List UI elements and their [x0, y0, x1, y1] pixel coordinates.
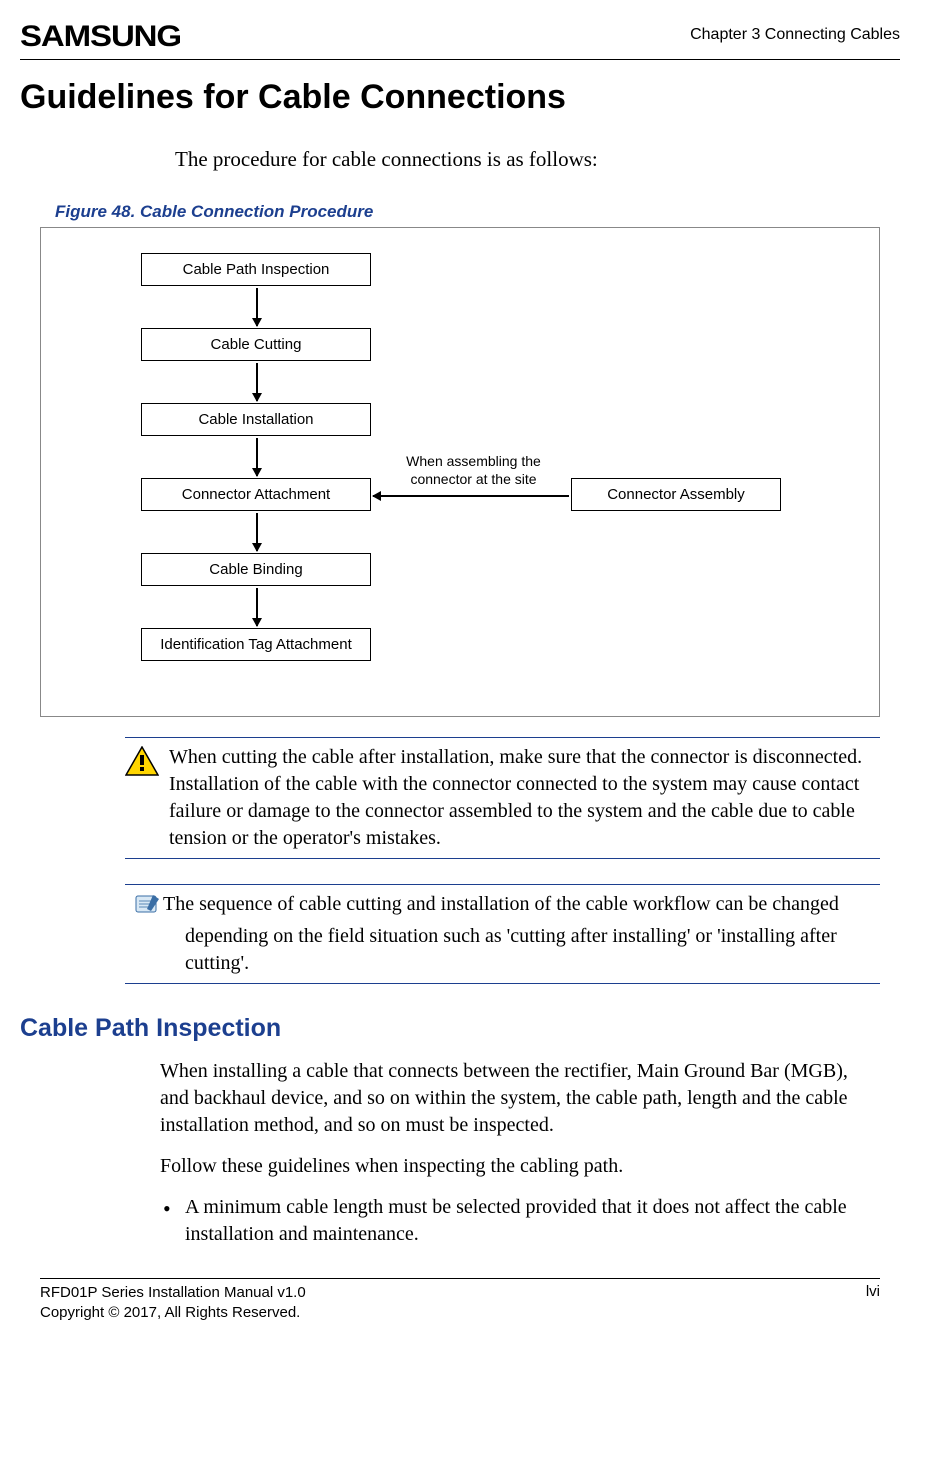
body-paragraph-2: Follow these guidelines when inspecting …	[160, 1153, 870, 1180]
note-pad-icon	[160, 893, 161, 923]
figure-caption: Figure 48. Cable Connection Procedure	[55, 202, 900, 222]
arrow-label-line1: When assembling the	[406, 453, 541, 469]
arrow-down-icon	[256, 513, 258, 551]
arrow-down-icon	[256, 588, 258, 626]
samsung-logo: SAMSUNG	[20, 20, 181, 54]
divider	[125, 884, 880, 885]
footer-left: RFD01P Series Installation Manual v1.0 C…	[40, 1283, 306, 1324]
warning-callout: When cutting the cable after installatio…	[125, 744, 870, 852]
flow-node-connector-assembly: Connector Assembly	[571, 478, 781, 511]
flow-node-path-inspection: Cable Path Inspection	[141, 253, 371, 286]
note-text: The sequence of cable cutting and instal…	[163, 893, 839, 974]
page-header: SAMSUNG Chapter 3 Connecting Cables	[20, 20, 900, 60]
arrow-label: When assembling the connector at the sit…	[391, 453, 556, 488]
note-callout: The sequence of cable cutting and instal…	[160, 891, 870, 977]
warning-text: When cutting the cable after installatio…	[169, 744, 870, 852]
warning-triangle-icon	[125, 746, 159, 781]
arrow-down-icon	[256, 288, 258, 326]
arrow-down-icon	[256, 363, 258, 401]
flow-node-cable-installation: Cable Installation	[141, 403, 371, 436]
flow-node-cable-cutting: Cable Cutting	[141, 328, 371, 361]
footer-copyright: Copyright © 2017, All Rights Reserved.	[40, 1304, 300, 1321]
arrow-label-line2: connector at the site	[410, 471, 536, 487]
flow-node-connector-attachment: Connector Attachment	[141, 478, 371, 511]
footer-doc-title: RFD01P Series Installation Manual v1.0	[40, 1284, 306, 1301]
flowchart-diagram: Cable Path Inspection Cable Cutting Cabl…	[40, 227, 880, 717]
flow-node-cable-binding: Cable Binding	[141, 553, 371, 586]
bullet-item: A minimum cable length must be selected …	[185, 1194, 870, 1248]
body-paragraph-1: When installing a cable that connects be…	[160, 1058, 870, 1139]
page-title: Guidelines for Cable Connections	[20, 78, 900, 117]
page-number: lvi	[866, 1283, 880, 1324]
section-heading: Cable Path Inspection	[20, 1014, 900, 1043]
arrow-down-icon	[256, 438, 258, 476]
arrow-left-icon	[373, 495, 569, 497]
divider	[125, 737, 880, 738]
intro-text: The procedure for cable connections is a…	[175, 147, 900, 172]
chapter-label: Chapter 3 Connecting Cables	[690, 26, 900, 44]
page-footer: RFD01P Series Installation Manual v1.0 C…	[40, 1278, 880, 1324]
flow-node-id-tag: Identification Tag Attachment	[141, 628, 371, 661]
divider	[125, 983, 880, 984]
